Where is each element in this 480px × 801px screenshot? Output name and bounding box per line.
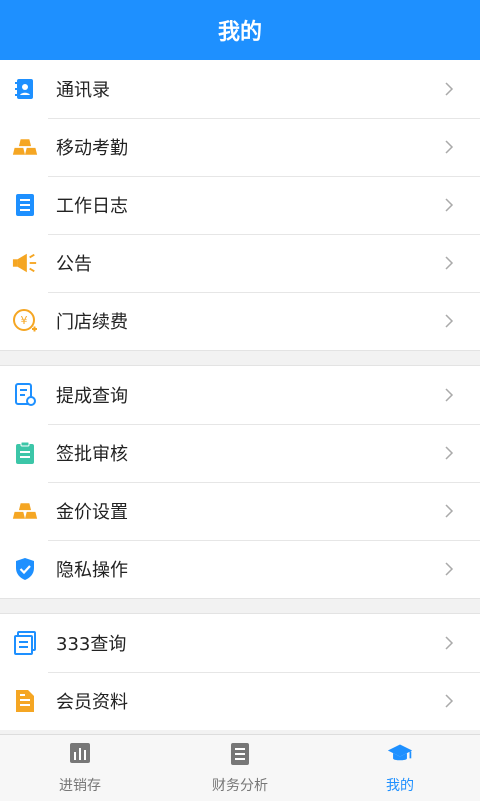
svg-text:¥: ¥ [21,314,28,327]
menu-item-approval-review[interactable]: 签批审核 [0,424,480,482]
yen-coin-icon: ¥ [12,308,38,334]
tab-inventory[interactable]: 进销存 [0,735,160,801]
bar-chart-icon [70,743,90,763]
menu-item-label: 隐私操作 [56,560,128,581]
menu-item-commission-query[interactable]: 提成查询 [0,366,480,424]
menu-group-1: 通讯录 移动考勤 工作日志 公告 ¥ 门店续费 [0,60,480,350]
gold-bars-icon [12,134,38,160]
gold-bars-icon [12,498,38,524]
menu-item-contacts[interactable]: 通讯录 [0,60,480,118]
megaphone-icon [12,250,38,276]
menu-group-3: 333查询 会员资料 [0,614,480,730]
graduation-cap-icon [387,744,413,761]
shield-check-icon [12,556,38,582]
contacts-icon [12,76,38,102]
tab-label: 进销存 [59,778,101,794]
menu-item-announcement[interactable]: 公告 [0,234,480,292]
menu-item-member-info[interactable]: 会员资料 [0,672,480,730]
menu-group-2: 提成查询 签批审核 金价设置 隐私操作 [0,366,480,598]
document-search-icon [12,382,38,408]
report-icon [12,630,38,656]
chevron-right-icon [445,82,454,96]
clipboard-icon [12,440,38,466]
chevron-right-icon [445,694,454,708]
chevron-right-icon [445,140,454,154]
ledger-icon [231,743,249,765]
menu-list: 通讯录 移动考勤 工作日志 公告 ¥ 门店续费 提成查询 签批审核 金价设置 隐… [0,60,480,734]
chevron-right-icon [445,562,454,576]
menu-item-label: 通讯录 [56,80,110,101]
tab-label: 财务分析 [212,778,268,794]
menu-item-attendance[interactable]: 移动考勤 [0,118,480,176]
menu-item-work-log[interactable]: 工作日志 [0,176,480,234]
chevron-right-icon [445,256,454,270]
section-divider [0,350,480,366]
menu-item-privacy-operations[interactable]: 隐私操作 [0,540,480,598]
chevron-right-icon [445,446,454,460]
menu-item-label: 工作日志 [56,196,128,217]
app-header: 我的 [0,0,480,60]
menu-item-label: 移动考勤 [56,138,128,159]
tab-label: 我的 [386,778,414,794]
menu-item-label: 门店续费 [56,312,128,333]
chevron-right-icon [445,388,454,402]
menu-item-label: 提成查询 [56,386,128,407]
menu-item-label: 333查询 [56,634,127,655]
menu-item-store-renewal[interactable]: ¥ 门店续费 [0,292,480,350]
menu-item-label: 会员资料 [56,692,128,713]
chevron-right-icon [445,504,454,518]
menu-item-label: 签批审核 [56,444,128,465]
chevron-right-icon [445,198,454,212]
menu-item-label: 公告 [56,254,92,275]
chevron-right-icon [445,636,454,650]
tab-finance-analysis[interactable]: 财务分析 [160,735,320,801]
member-file-icon [12,688,38,714]
tab-mine[interactable]: 我的 [320,735,480,801]
notebook-icon [12,192,38,218]
bottom-tab-bar: 进销存 财务分析 我的 [0,734,480,801]
menu-item-gold-price-settings[interactable]: 金价设置 [0,482,480,540]
menu-item-333-query[interactable]: 333查询 [0,614,480,672]
chevron-right-icon [445,314,454,328]
menu-item-label: 金价设置 [56,502,128,523]
section-divider [0,598,480,614]
page-title: 我的 [217,20,262,45]
